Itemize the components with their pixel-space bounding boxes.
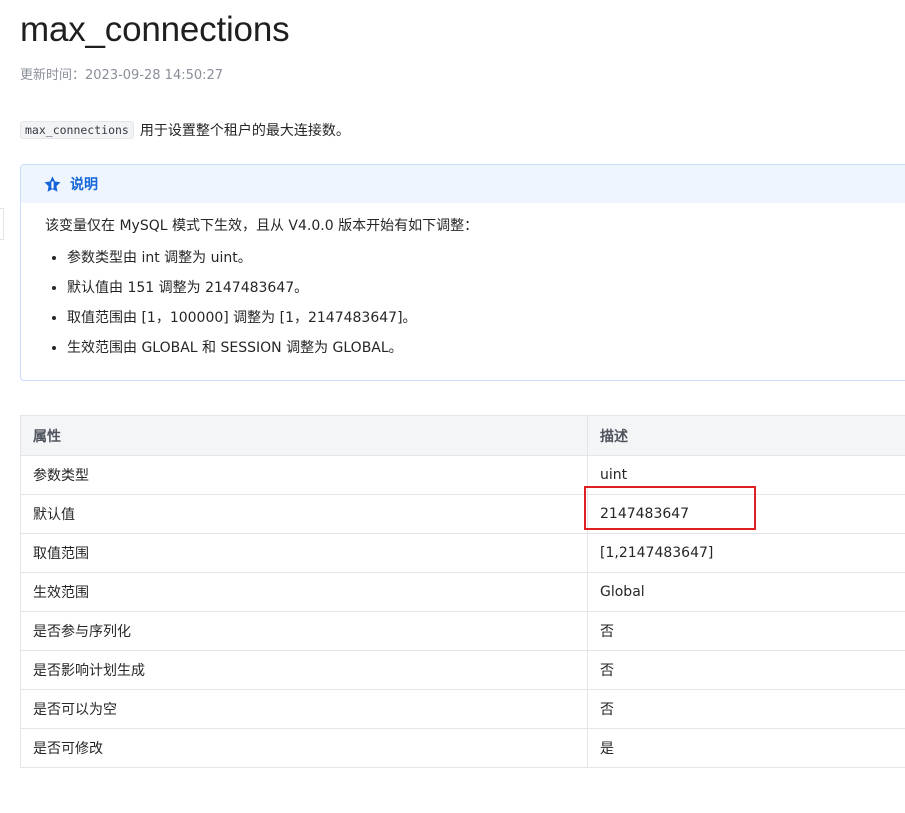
- table-cell-property: 默认值: [20, 494, 588, 534]
- note-list-item: 取值范围由 [1，100000] 调整为 [1，2147483647]。: [67, 307, 905, 329]
- table-cell-value: [1,2147483647]: [587, 533, 905, 573]
- table-cell-property: 参数类型: [20, 455, 588, 495]
- note-list-item: 参数类型由 int 调整为 uint。: [67, 247, 905, 269]
- note-box: 说明 该变量仅在 MySQL 模式下生效，且从 V4.0.0 版本开始有如下调整…: [20, 164, 905, 381]
- table-cell-value: uint: [587, 455, 905, 495]
- page: max_connections 更新时间：2023-09-28 14:50:27…: [0, 0, 905, 813]
- table-cell-value: 2147483647: [587, 494, 905, 534]
- table-row: 是否影响计划生成 否: [20, 650, 905, 690]
- star-icon: [44, 175, 61, 192]
- table-cell-property: 是否可修改: [20, 728, 588, 768]
- table-cell-property: 是否影响计划生成: [20, 650, 588, 690]
- table-row: 是否可修改 是: [20, 728, 905, 768]
- column-header-property: 属性: [20, 415, 588, 456]
- note-list-item: 生效范围由 GLOBAL 和 SESSION 调整为 GLOBAL。: [67, 337, 905, 359]
- properties-table: 属性 描述 参数类型 uint 默认值 2147483647 取值范围 [1,2…: [20, 415, 905, 768]
- table-cell-value: Global: [587, 572, 905, 612]
- table-row: 生效范围 Global: [20, 572, 905, 612]
- table-cell-property: 是否可以为空: [20, 689, 588, 729]
- side-panel-handle[interactable]: [0, 208, 4, 240]
- table-cell-value: 是: [587, 728, 905, 768]
- table-cell-value: 否: [587, 611, 905, 651]
- note-list-item: 默认值由 151 调整为 2147483647。: [67, 277, 905, 299]
- table-header-row: 属性 描述: [20, 415, 905, 456]
- table-cell-value: 否: [587, 650, 905, 690]
- intro-paragraph: max_connections 用于设置整个租户的最大连接数。: [20, 120, 350, 140]
- inline-code: max_connections: [20, 121, 134, 139]
- page-title: max_connections: [20, 10, 290, 49]
- note-heading: 说明: [70, 177, 98, 193]
- column-header-description: 描述: [587, 415, 905, 456]
- table-cell-value: 否: [587, 689, 905, 729]
- table-cell-property: 是否参与序列化: [20, 611, 588, 651]
- note-body: 该变量仅在 MySQL 模式下生效，且从 V4.0.0 版本开始有如下调整： 参…: [21, 203, 905, 359]
- intro-text: 用于设置整个租户的最大连接数。: [139, 123, 350, 139]
- table-row: 默认值 2147483647: [20, 494, 905, 534]
- updated-time: 更新时间：2023-09-28 14:50:27: [20, 68, 224, 83]
- note-header: 说明: [21, 165, 905, 203]
- table-cell-property: 生效范围: [20, 572, 588, 612]
- table-row: 取值范围 [1,2147483647]: [20, 533, 905, 573]
- table-row: 是否参与序列化 否: [20, 611, 905, 651]
- note-intro: 该变量仅在 MySQL 模式下生效，且从 V4.0.0 版本开始有如下调整：: [45, 218, 479, 234]
- note-list: 参数类型由 int 调整为 uint。 默认值由 151 调整为 2147483…: [45, 247, 905, 359]
- table-cell-property: 取值范围: [20, 533, 588, 573]
- table-row: 是否可以为空 否: [20, 689, 905, 729]
- table-row: 参数类型 uint: [20, 455, 905, 495]
